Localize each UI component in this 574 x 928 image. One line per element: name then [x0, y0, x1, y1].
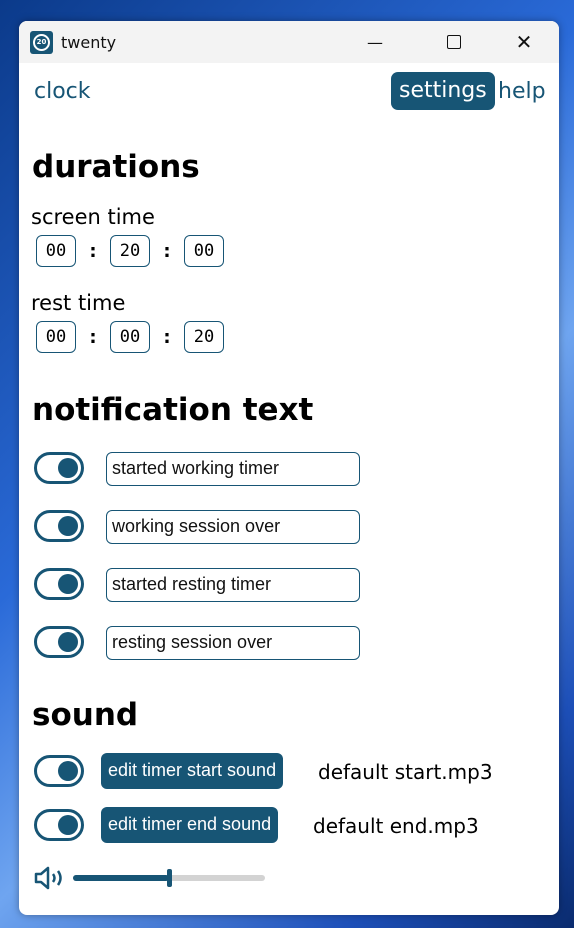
app-window: 20 twenty — ✕ clock settings help durati…	[19, 21, 559, 915]
speaker-icon	[34, 866, 62, 890]
volume-thumb[interactable]	[167, 869, 172, 887]
notification-toggle[interactable]	[34, 510, 84, 542]
separator: :	[89, 326, 97, 348]
separator: :	[163, 326, 171, 348]
screen-hours-field[interactable]: 00	[36, 235, 76, 267]
sound-heading: sound	[32, 697, 139, 733]
edit-start-sound-button[interactable]: edit timer start sound	[101, 753, 284, 789]
notification-toggle[interactable]	[34, 626, 84, 658]
nav-help[interactable]: help	[498, 79, 546, 104]
nav-bar: clock settings help	[19, 63, 559, 121]
start-sound-toggle[interactable]	[34, 755, 84, 787]
maximize-button[interactable]	[431, 21, 477, 63]
nav-clock[interactable]: clock	[34, 79, 91, 104]
end-sound-file: default end.mp3	[313, 814, 479, 838]
alarm-clock-icon: 20	[30, 30, 53, 54]
notification-heading: notification text	[32, 392, 314, 428]
window-title: twenty	[61, 32, 117, 52]
rest-time-label: rest time	[31, 291, 126, 315]
notification-text-field[interactable]: started working timer	[106, 452, 360, 486]
notification-text-field[interactable]: working session over	[106, 510, 360, 544]
volume-slider[interactable]	[73, 869, 265, 887]
notification-text-field[interactable]: resting session over	[106, 626, 360, 660]
rest-hours-field[interactable]: 00	[36, 321, 76, 353]
notification-text-field[interactable]: started resting timer	[106, 568, 360, 602]
screen-minutes-field[interactable]: 20	[110, 235, 150, 267]
notification-toggle[interactable]	[34, 452, 84, 484]
screen-time-label: screen time	[31, 205, 155, 229]
rest-time-input: 00 : 00 : 20	[36, 321, 224, 353]
screen-time-input: 00 : 20 : 00	[36, 235, 224, 267]
close-button[interactable]: ✕	[501, 21, 547, 63]
durations-heading: durations	[32, 149, 200, 185]
rest-minutes-field[interactable]: 00	[110, 321, 150, 353]
start-sound-file: default start.mp3	[318, 760, 493, 784]
separator: :	[163, 240, 171, 262]
separator: :	[89, 240, 97, 262]
volume-fill	[73, 875, 169, 881]
title-bar: 20 twenty — ✕	[19, 21, 559, 63]
minimize-button[interactable]: —	[352, 21, 398, 63]
notification-toggle[interactable]	[34, 568, 84, 600]
nav-settings[interactable]: settings	[391, 72, 495, 110]
end-sound-toggle[interactable]	[34, 809, 84, 841]
rest-seconds-field[interactable]: 20	[184, 321, 224, 353]
edit-end-sound-button[interactable]: edit timer end sound	[101, 807, 279, 843]
screen-seconds-field[interactable]: 00	[184, 235, 224, 267]
